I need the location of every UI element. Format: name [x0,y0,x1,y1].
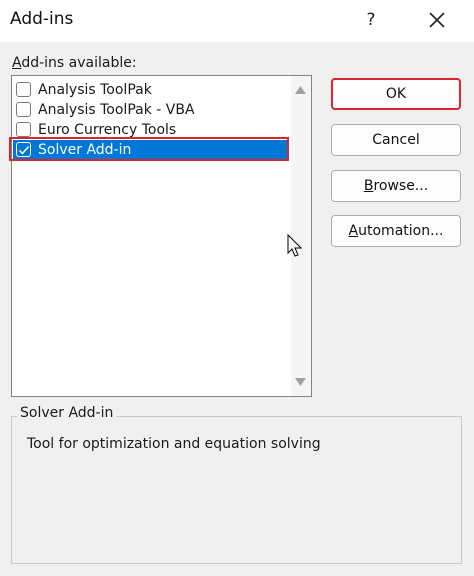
list-item-euro-currency-tools[interactable]: Euro Currency Tools [13,120,289,140]
checkbox-analysis-toolpak[interactable] [16,82,31,97]
close-icon [429,12,445,28]
ok-button[interactable]: OK [331,78,461,110]
list-item-label: Solver Add-in [38,142,132,158]
checkmark-icon [18,145,30,155]
list-item-solver-addin[interactable]: Solver Add-in [13,140,289,160]
list-item-label: Analysis ToolPak - VBA [38,102,195,118]
list-item-analysis-toolpak-vba[interactable]: Analysis ToolPak - VBA [13,100,289,120]
description-title: Solver Add-in [17,405,117,421]
cancel-button[interactable]: Cancel [331,124,461,156]
list-item-analysis-toolpak[interactable]: Analysis ToolPak [13,80,289,100]
list-item-label: Analysis ToolPak [38,82,152,98]
checkbox-analysis-toolpak-vba[interactable] [16,102,31,117]
automation-button[interactable]: Automation... [331,215,461,247]
close-button[interactable] [420,4,454,36]
list-item-label: Euro Currency Tools [38,122,177,138]
scroll-up-arrow-icon[interactable] [295,86,306,94]
checkbox-solver-addin[interactable] [16,142,31,157]
description-text: Tool for optimization and equation solvi… [27,436,321,452]
scroll-down-arrow-icon[interactable] [295,378,306,386]
help-button[interactable]: ? [356,4,386,36]
checkbox-euro-currency-tools[interactable] [16,122,31,137]
addins-available-label: Add-ins available: [12,55,137,71]
title-bar: Add-ins ? [0,0,474,42]
browse-button[interactable]: Browse... [331,170,461,202]
dialog-title: Add-ins [10,9,74,29]
mouse-cursor-icon [287,234,303,257]
addins-listbox[interactable]: Analysis ToolPak Analysis ToolPak - VBA … [11,75,312,397]
